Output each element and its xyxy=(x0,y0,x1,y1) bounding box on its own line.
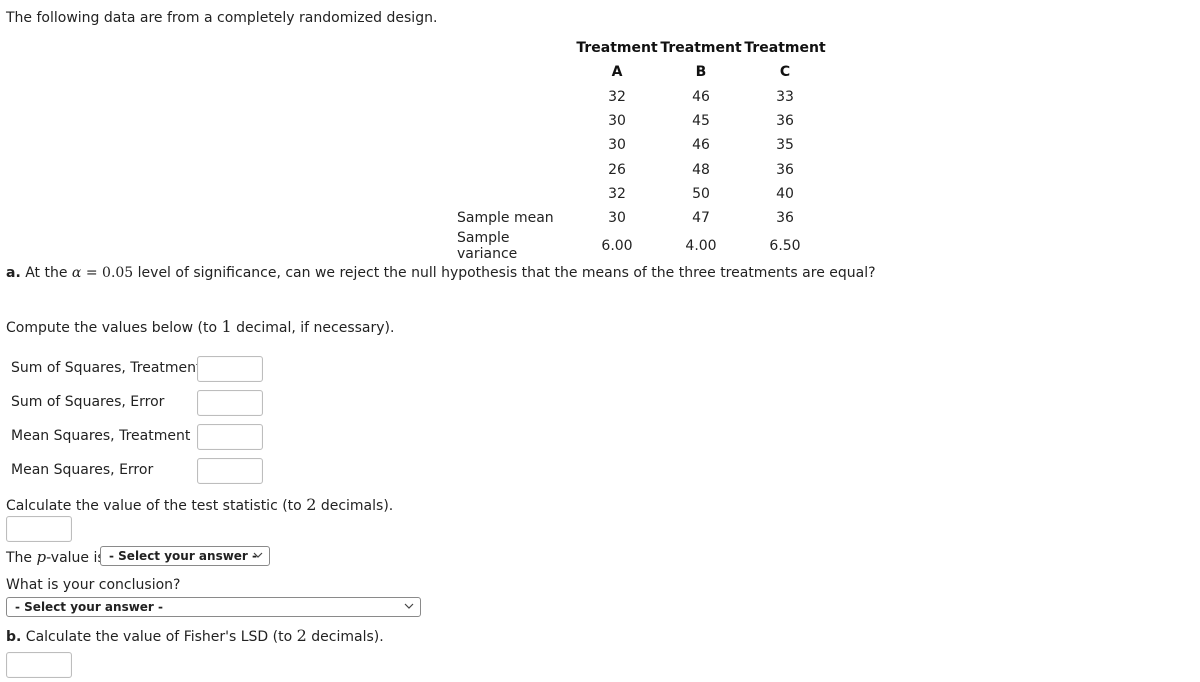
table-row: 32 50 40 xyxy=(449,182,827,206)
cell: 32 xyxy=(608,185,626,202)
cell: 48 xyxy=(692,161,710,178)
header-row-2: A B C xyxy=(449,60,827,84)
alpha-value: 0.05 xyxy=(102,265,134,281)
cell: 46 xyxy=(692,137,710,154)
row-label xyxy=(449,109,575,133)
fishers-lsd-input[interactable] xyxy=(6,652,72,678)
cell: 40 xyxy=(776,185,794,202)
header-a: A xyxy=(611,64,623,81)
table-row: 30 46 35 xyxy=(449,133,827,157)
row-label xyxy=(449,85,575,109)
row-label: Sample mean xyxy=(457,210,554,227)
header-c: C xyxy=(779,64,791,81)
header-treatment-c: Treatment xyxy=(744,40,826,57)
cell: 36 xyxy=(776,161,794,178)
field-label-ms-treatment: Mean Squares, Treatment xyxy=(11,428,191,444)
header-row-1: Treatment Treatment Treatment xyxy=(449,36,827,60)
header-treatment-b: Treatment xyxy=(660,40,742,57)
cell: 47 xyxy=(692,210,710,227)
table-row: 32 46 33 xyxy=(449,85,827,109)
alpha-symbol: α xyxy=(71,265,82,281)
field-label-ss-error: Sum of Squares, Error xyxy=(11,394,165,410)
cell: 36 xyxy=(776,113,794,130)
compute-instruction: Compute the values below (to 1 decimal, … xyxy=(6,317,395,336)
conclusion-question: What is your conclusion? xyxy=(6,577,181,593)
cell: 36 xyxy=(776,210,794,227)
cell: 33 xyxy=(776,88,794,105)
pvalue-label: The p-value is xyxy=(6,548,105,566)
intro-text: The following data are from a completely… xyxy=(6,10,438,26)
cell: 46 xyxy=(692,88,710,105)
cell: 30 xyxy=(608,113,626,130)
ss-error-input[interactable] xyxy=(197,390,263,416)
test-statistic-input[interactable] xyxy=(6,516,72,542)
chevron-down-icon xyxy=(253,552,263,558)
cell: 6.00 xyxy=(601,238,633,255)
table-row: 30 45 36 xyxy=(449,109,827,133)
cell: 30 xyxy=(608,210,626,227)
cell: 30 xyxy=(608,137,626,154)
sample-variance-row: Sample variance 6.00 4.00 6.50 xyxy=(449,230,827,262)
row-label xyxy=(449,157,575,181)
pvalue-select[interactable]: - Select your answer - xyxy=(100,546,270,566)
table-row: 26 48 36 xyxy=(449,157,827,181)
field-label-ss-treatment: Sum of Squares, Treatment xyxy=(11,360,202,376)
cell: 4.00 xyxy=(685,238,717,255)
test-stat-instruction: Calculate the value of the test statisti… xyxy=(6,495,394,514)
cell: 6.50 xyxy=(769,238,801,255)
part-b-question: b. Calculate the value of Fisher's LSD (… xyxy=(6,626,384,645)
conclusion-select-value: - Select your answer - xyxy=(15,600,164,614)
part-a-prefix: a. xyxy=(6,265,21,281)
cell: 45 xyxy=(692,113,710,130)
ms-treatment-input[interactable] xyxy=(197,424,263,450)
row-label xyxy=(449,133,575,157)
cell: 50 xyxy=(692,185,710,202)
pvalue-select-value: - Select your answer - xyxy=(109,549,258,563)
row-label xyxy=(449,182,575,206)
data-table: Treatment Treatment Treatment A B C 32 4… xyxy=(449,36,827,262)
sample-mean-row: Sample mean 30 47 36 xyxy=(449,206,827,230)
ms-error-input[interactable] xyxy=(197,458,263,484)
part-b-prefix: b. xyxy=(6,629,22,645)
cell: 32 xyxy=(608,88,626,105)
conclusion-select[interactable]: - Select your answer - xyxy=(6,597,421,617)
header-treatment-a: Treatment xyxy=(576,40,658,57)
part-a-question: a. At the α = 0.05 level of significance… xyxy=(6,265,876,281)
ss-treatment-input[interactable] xyxy=(197,356,263,382)
cell: 35 xyxy=(776,137,794,154)
field-label-ms-error: Mean Squares, Error xyxy=(11,462,154,478)
chevron-down-icon xyxy=(404,603,414,609)
header-b: B xyxy=(695,64,707,81)
cell: 26 xyxy=(608,161,626,178)
row-label: Sample variance xyxy=(457,230,518,263)
